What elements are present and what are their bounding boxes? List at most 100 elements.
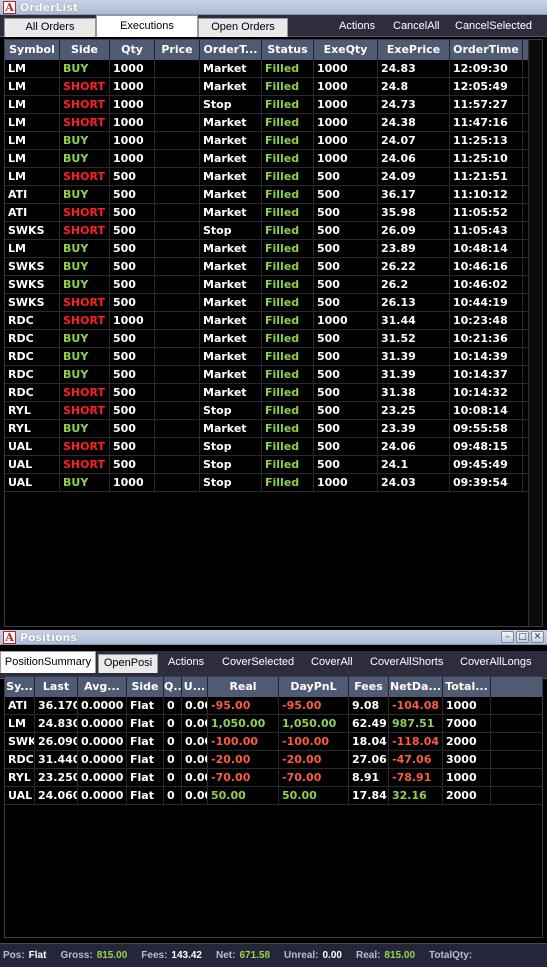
net-value: 671.58 <box>239 950 271 961</box>
minimize-icon[interactable]: – <box>501 631 514 643</box>
order-cell: 1000 <box>314 474 378 491</box>
order-col-header[interactable]: OrderT... <box>200 40 262 60</box>
order-row[interactable]: UAL BUY 1000 Stop Filled 1000 24.03 09:39:54 <box>5 474 542 492</box>
order-cell: Market <box>200 420 262 437</box>
position-row[interactable]: RDC31.44000.0000Flat00.00-20.00-20.0027.… <box>5 751 542 769</box>
order-cell: RYL <box>5 420 60 437</box>
position-cell: Flat <box>127 787 164 804</box>
position-col-header[interactable]: Last <box>35 677 78 697</box>
order-cell: RDC <box>5 366 60 383</box>
cover-all-shorts-button[interactable]: CoverAllShorts <box>370 654 443 670</box>
order-row[interactable]: SWKS SHORT 500 Market Filled 500 26.13 10:44:19 <box>5 294 542 312</box>
position-col-header[interactable]: Side <box>127 677 164 697</box>
order-row[interactable]: RDC SHORT 500 Market Filled 500 31.38 10:14:32 <box>5 384 542 402</box>
order-cell: Market <box>200 348 262 365</box>
cancel-all-button[interactable]: CancelAll <box>393 18 439 34</box>
order-row[interactable]: SWKS SHORT 500 Stop Filled 500 26.09 11:05:43 <box>5 222 542 240</box>
position-cell: 62.49 <box>349 715 389 732</box>
tab-open-orders[interactable]: Open Orders <box>198 18 288 37</box>
position-row[interactable]: RYL23.25000.0000Flat00.00-70.00-70.008.9… <box>5 769 542 787</box>
order-row[interactable]: RYL SHORT 500 Stop Filled 500 23.25 10:08:14 <box>5 402 542 420</box>
position-col-header[interactable]: DayPnL <box>279 677 349 697</box>
tab-position-summary[interactable]: PositionSummary <box>0 651 96 673</box>
positions-titlebar[interactable]: A Positions – □ ✕ <box>0 630 547 645</box>
order-col-header[interactable]: Status <box>262 40 314 60</box>
order-cell: 500 <box>110 456 155 473</box>
order-row[interactable]: LM BUY 1000 Market Filled 1000 24.83 12:09:30 <box>5 60 542 78</box>
order-row[interactable]: LM BUY 1000 Market Filled 1000 24.06 11:25:10 <box>5 150 542 168</box>
order-row[interactable]: LM SHORT 500 Market Filled 500 24.09 11:21:51 <box>5 168 542 186</box>
position-row[interactable]: SWKS26.09000.0000Flat00.00-100.00-100.00… <box>5 733 542 751</box>
position-cell: 0 <box>164 787 182 804</box>
order-cell: Filled <box>262 78 314 95</box>
cancel-selected-button[interactable]: CancelSelected <box>455 18 532 34</box>
order-row[interactable]: UAL SHORT 500 Stop Filled 500 24.06 09:48:15 <box>5 438 542 456</box>
positions-actions-menu[interactable]: Actions <box>168 654 204 670</box>
order-col-header[interactable]: OrderTime <box>450 40 523 60</box>
order-row[interactable]: LM BUY 1000 Market Filled 1000 24.07 11:25:13 <box>5 132 542 150</box>
tab-executions[interactable]: Executions <box>96 15 198 37</box>
order-row[interactable]: RDC BUY 500 Market Filled 500 31.39 10:14:37 <box>5 366 542 384</box>
order-col-header[interactable]: ExeQty <box>314 40 378 60</box>
order-cell: LM <box>5 132 60 149</box>
position-col-header[interactable]: U... <box>182 677 208 697</box>
order-cell: 09:55:58 <box>450 420 523 437</box>
position-row[interactable]: UAL24.06000.0000Flat00.0050.0050.0017.84… <box>5 787 542 805</box>
positions-window: A Positions – □ ✕ PositionSummary OpenPo… <box>0 630 547 967</box>
order-row[interactable]: ATI BUY 500 Market Filled 500 36.17 11:10:12 <box>5 186 542 204</box>
order-col-header[interactable]: ExePrice <box>378 40 450 60</box>
position-col-header[interactable]: Avg... <box>78 677 127 697</box>
cover-selected-button[interactable]: CoverSelected <box>222 654 294 670</box>
order-cell: BUY <box>60 276 110 293</box>
position-row[interactable]: ATI36.17000.0000Flat00.00-95.00-95.009.0… <box>5 697 542 715</box>
order-row[interactable]: LM SHORT 1000 Market Filled 1000 24.8 12:05:49 <box>5 78 542 96</box>
order-row[interactable]: SWKS BUY 500 Market Filled 500 26.22 10:46:16 <box>5 258 542 276</box>
order-cell: 500 <box>314 384 378 401</box>
order-cell: RDC <box>5 348 60 365</box>
order-cell: 500 <box>314 186 378 203</box>
position-cell: -20.00 <box>208 751 279 768</box>
position-cell: 24.8300 <box>35 715 78 732</box>
orderlist-titlebar[interactable]: A OrderList <box>0 0 547 15</box>
position-col-header[interactable]: Real <box>208 677 279 697</box>
unreal-value: 0.00 <box>322 950 342 961</box>
order-cell: 24.83 <box>378 60 450 77</box>
position-col-header[interactable]: Sy... <box>5 677 35 697</box>
order-cell: 09:48:15 <box>450 438 523 455</box>
position-col-header[interactable]: Fees <box>349 677 389 697</box>
order-row[interactable]: LM BUY 500 Market Filled 500 23.89 10:48:14 <box>5 240 542 258</box>
order-row[interactable]: RDC BUY 500 Market Filled 500 31.52 10:21:36 <box>5 330 542 348</box>
order-row[interactable]: UAL SHORT 500 Stop Filled 500 24.1 09:45:49 <box>5 456 542 474</box>
position-cell: UAL <box>5 787 35 804</box>
tab-open-positions[interactable]: OpenPosi <box>98 654 158 673</box>
order-col-header[interactable]: Side <box>60 40 110 60</box>
orders-scrollbar[interactable] <box>528 40 542 626</box>
order-cell: Filled <box>262 348 314 365</box>
tab-all-orders[interactable]: All Orders <box>4 18 96 37</box>
cover-all-longs-button[interactable]: CoverAllLongs <box>460 654 532 670</box>
order-col-header[interactable]: Price <box>155 40 200 60</box>
order-row[interactable]: SWKS BUY 500 Market Filled 500 26.2 10:46:02 <box>5 276 542 294</box>
order-cell: LM <box>5 150 60 167</box>
actions-menu[interactable]: Actions <box>339 18 375 34</box>
order-row[interactable]: ATI SHORT 500 Market Filled 500 35.98 11:05:52 <box>5 204 542 222</box>
position-cell: 8.91 <box>349 769 389 786</box>
position-col-header[interactable]: Total... <box>443 677 491 697</box>
order-col-header[interactable]: Symbol <box>5 40 60 60</box>
position-col-header[interactable]: NetDa... <box>389 677 443 697</box>
order-col-header[interactable]: Qty <box>110 40 155 60</box>
order-row[interactable]: LM SHORT 1000 Stop Filled 1000 24.73 11:57:27 <box>5 96 542 114</box>
order-cell: Filled <box>262 114 314 131</box>
order-cell: Market <box>200 312 262 329</box>
close-icon[interactable]: ✕ <box>531 631 544 643</box>
orders-table-header: Symbol Side Qty Price OrderT... Status ExeQty E… <box>5 40 542 60</box>
cover-all-button[interactable]: CoverAll <box>311 654 353 670</box>
order-row[interactable]: RDC SHORT 1000 Market Filled 1000 31.44 10:23:4… <box>5 312 542 330</box>
position-row[interactable]: LM24.83000.0000Flat00.001,050.001,050.00… <box>5 715 542 733</box>
order-cell: SHORT <box>60 438 110 455</box>
order-row[interactable]: RYL BUY 500 Market Filled 500 23.39 09:55:58 <box>5 420 542 438</box>
position-col-header[interactable]: Q... <box>164 677 182 697</box>
order-row[interactable]: LM SHORT 1000 Market Filled 1000 24.38 11:47:16 <box>5 114 542 132</box>
maximize-icon[interactable]: □ <box>516 631 529 643</box>
order-row[interactable]: RDC BUY 500 Market Filled 500 31.39 10:14:39 <box>5 348 542 366</box>
